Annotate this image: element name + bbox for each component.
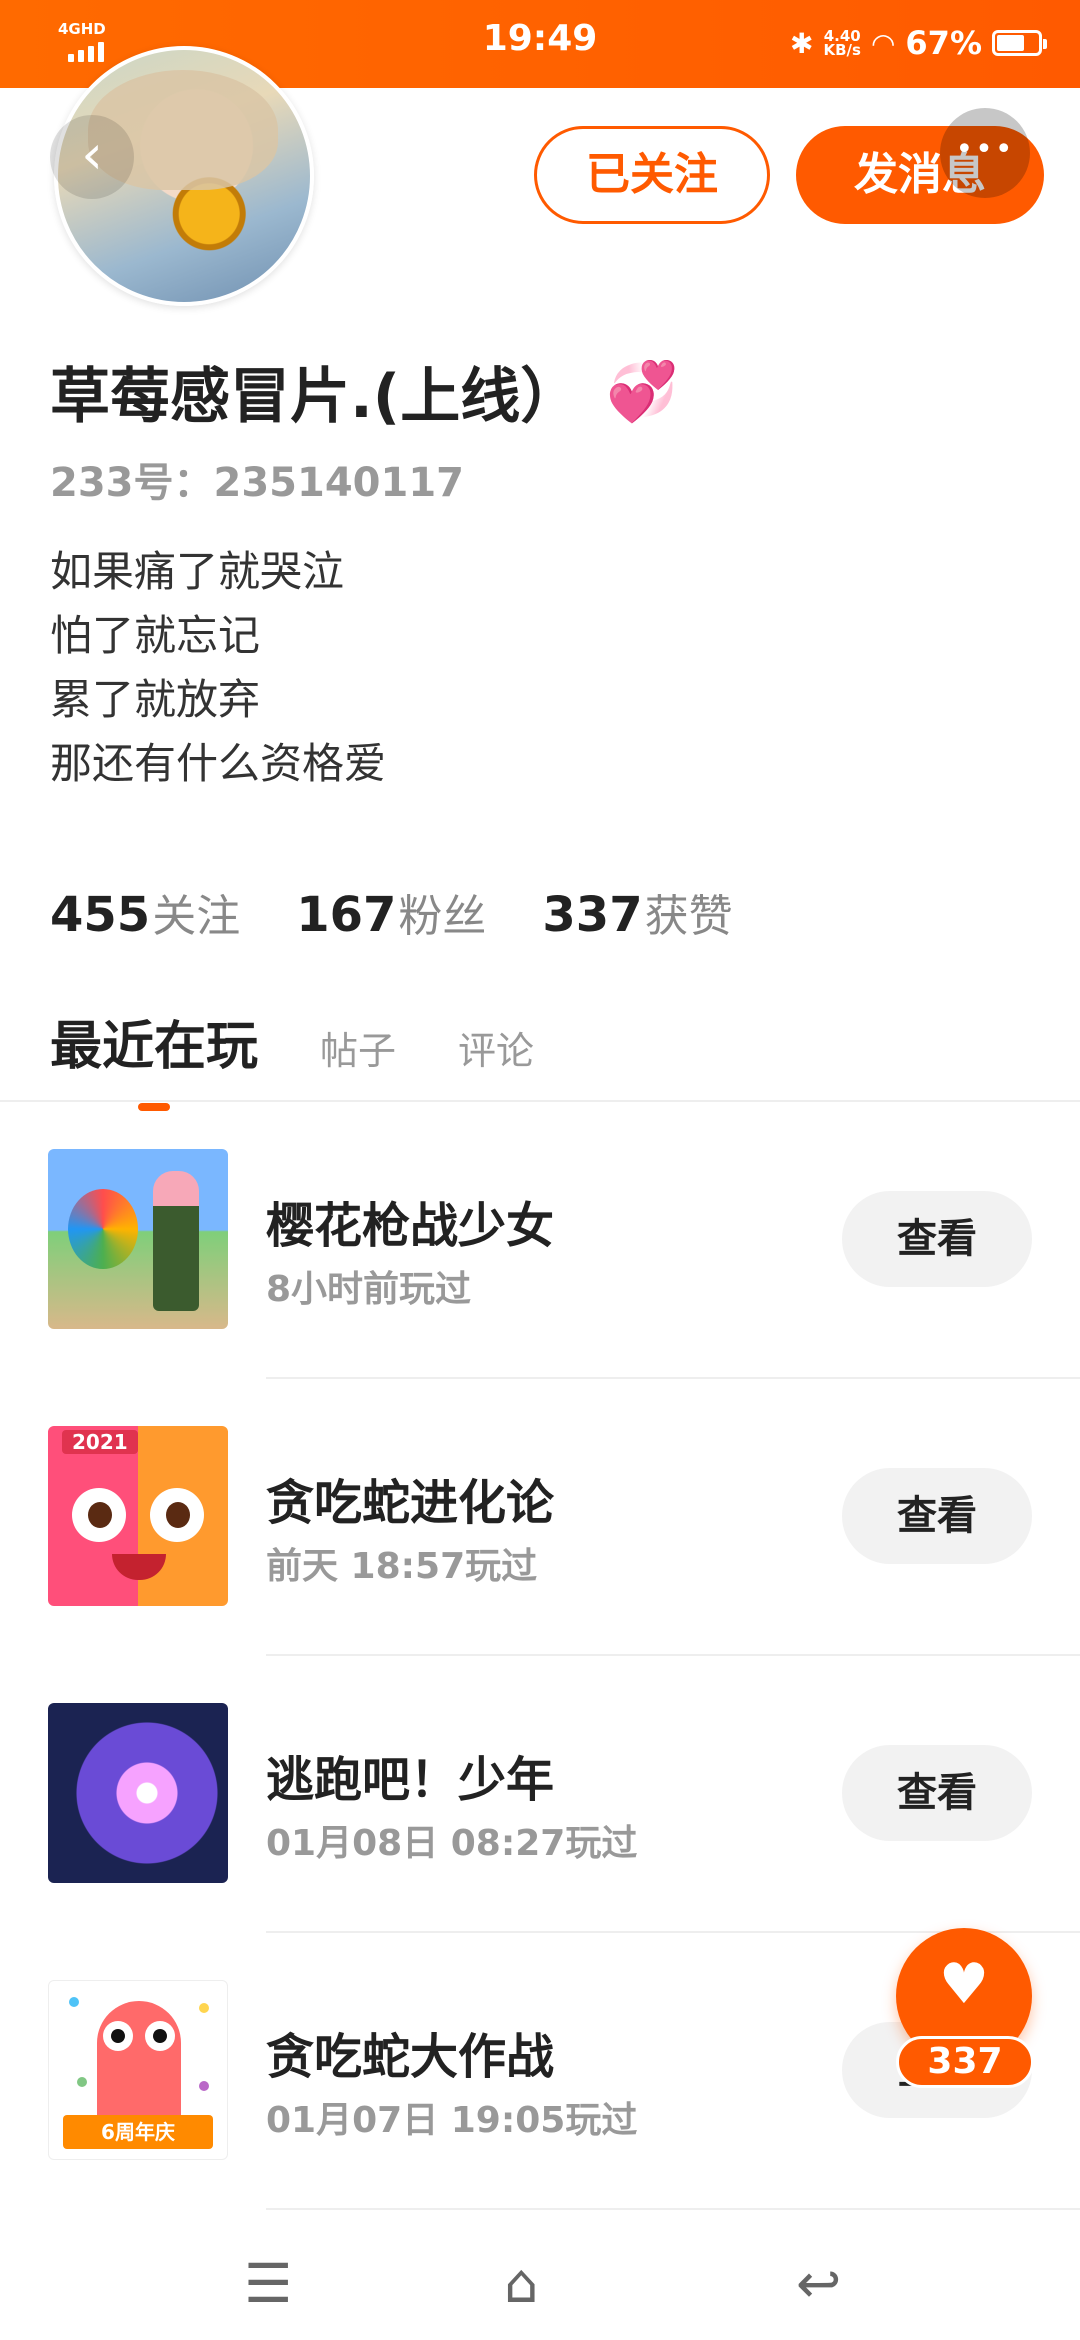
bluetooth-icon: ✱ (790, 26, 814, 60)
divider (266, 2208, 1080, 2210)
back-button[interactable]: ‹ (50, 115, 134, 199)
game-title: 樱花枪战少女 (266, 1198, 555, 1254)
profile-stats: 455 关注 167 粉丝 337 获赞 (50, 880, 733, 944)
game-icon[interactable] (48, 1149, 228, 1329)
view-button[interactable]: 查看 (842, 1468, 1032, 1564)
back-arrow-icon[interactable]: ↩ (796, 2252, 841, 2315)
battery-icon (992, 30, 1047, 56)
two-hearts-icon: 💞 (606, 357, 679, 425)
bio-line: 如果痛了就哭泣 (50, 547, 345, 596)
user-id: 233号：235140117 (50, 460, 464, 506)
profile-name-row: 草莓感冒片.(上线） 💞 (50, 348, 678, 435)
profile-bio: 如果痛了就哭泣 怕了就忘记 累了就放弃 那还有什么资格爱 (50, 540, 386, 796)
game-icon[interactable]: 2021 (48, 1426, 228, 1606)
follow-button[interactable]: 已关注 (534, 126, 770, 224)
list-item[interactable]: 2021 贪吃蛇进化论 前天 18:57玩过 查看 (0, 1379, 1080, 1656)
heart-icon: ♥ (938, 1952, 990, 2017)
game-last-played: 8小时前玩过 (266, 1269, 472, 1310)
year-badge: 2021 (62, 1430, 138, 1454)
more-dots-icon: ••• (955, 132, 1015, 167)
menu-icon[interactable]: ☰ (244, 2252, 292, 2315)
game-title: 逃跑吧！少年 (266, 1752, 555, 1808)
stat-likes[interactable]: 337 获赞 (542, 880, 732, 944)
game-icon[interactable]: 6周年庆 (48, 1980, 228, 2160)
profile-name: 草莓感冒片.(上线） (50, 362, 581, 432)
wifi-icon: ◠ (870, 26, 896, 60)
tab-posts[interactable]: 帖子 (320, 1020, 396, 1075)
view-button[interactable]: 查看 (842, 1191, 1032, 1287)
game-icon[interactable] (48, 1703, 228, 1883)
game-title: 贪吃蛇进化论 (266, 1475, 555, 1531)
bio-line: 怕了就忘记 (50, 611, 261, 660)
status-icons: ✱ 4.40 KB/s ◠ 67% (790, 18, 1047, 68)
anniversary-banner: 6周年庆 (63, 2115, 213, 2149)
like-count: 337 (896, 2036, 1034, 2088)
game-last-played: 前天 18:57玩过 (266, 1546, 538, 1587)
game-last-played: 01月08日 08:27玩过 (266, 1823, 638, 1864)
home-icon[interactable]: ⌂ (504, 2252, 538, 2315)
chevron-left-icon: ‹ (81, 123, 103, 186)
more-button[interactable]: ••• (940, 108, 1030, 198)
bio-line: 累了就放弃 (50, 675, 261, 724)
game-last-played: 01月07日 19:05玩过 (266, 2100, 638, 2141)
profile-tabs: 最近在玩 帖子 评论 (50, 1004, 534, 1111)
network-speed: 4.40 KB/s (823, 27, 861, 59)
battery-percent: 67% (905, 24, 982, 62)
tab-comments[interactable]: 评论 (458, 1020, 534, 1075)
bio-line: 那还有什么资格爱 (50, 739, 387, 788)
game-title: 贪吃蛇大作战 (266, 2029, 555, 2085)
tab-recently-played[interactable]: 最近在玩 (50, 1004, 258, 1111)
system-nav-bar: ☰ ⌂ ↩ (0, 2218, 1080, 2340)
list-item[interactable]: 逃跑吧！少年 01月08日 08:27玩过 查看 (0, 1656, 1080, 1933)
view-button[interactable]: 查看 (842, 1745, 1032, 1841)
list-item[interactable]: 樱花枪战少女 8小时前玩过 查看 (0, 1102, 1080, 1379)
stat-fans[interactable]: 167 粉丝 (296, 880, 486, 944)
stat-following[interactable]: 455 关注 (50, 880, 240, 944)
